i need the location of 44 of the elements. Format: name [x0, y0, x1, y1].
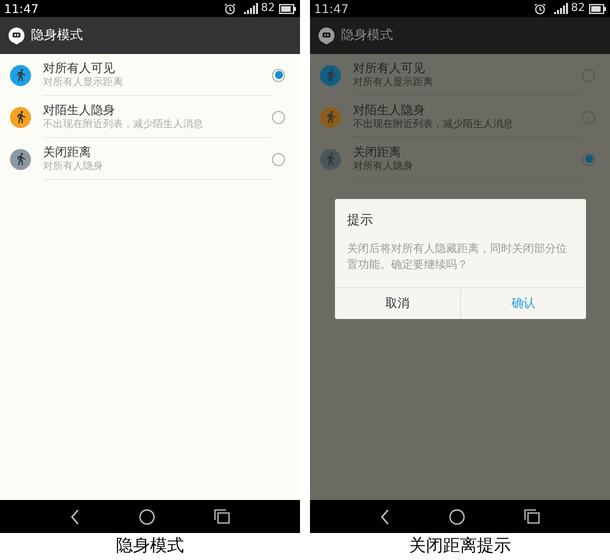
battery-icon — [279, 4, 296, 14]
battery-level: 82 — [261, 0, 275, 16]
status-time: 11:47 — [4, 0, 39, 18]
signal-icon — [554, 3, 568, 14]
home-icon[interactable] — [448, 508, 465, 524]
option-title: 关闭距离 — [353, 144, 402, 160]
option-subtitle: 对所有人显示距离 — [43, 76, 124, 90]
dialog-message: 关闭后将对所有人隐藏距离，同时关闭部分位置功能。确定要继续吗？ — [346, 240, 568, 272]
cancel-button[interactable]: 取消 — [335, 288, 460, 318]
option-row[interactable]: 对陌生人隐身 不出现在附近列表，减少陌生人消息 — [0, 96, 300, 138]
option-title: 对陌生人隐身 — [43, 102, 116, 118]
option-subtitle: 对所有人隐身 — [353, 160, 414, 174]
app-icon — [8, 26, 25, 44]
recent-apps-icon[interactable] — [214, 509, 230, 524]
radio-button[interactable] — [582, 152, 595, 166]
option-title: 对所有人可见 — [353, 60, 426, 76]
radio-button[interactable] — [272, 110, 285, 124]
signal-icon — [244, 3, 258, 14]
option-row[interactable]: 关闭距离 对所有人隐身 — [0, 138, 300, 180]
option-subtitle: 对所有人隐身 — [43, 160, 104, 174]
alarm-clock-icon — [224, 2, 236, 14]
option-title: 对所有人可见 — [43, 60, 116, 76]
back-icon[interactable] — [70, 508, 80, 524]
battery-level: 82 — [571, 0, 585, 16]
option-subtitle: 对所有人显示距离 — [353, 76, 434, 90]
home-icon[interactable] — [138, 508, 155, 524]
recent-apps-icon[interactable] — [524, 509, 540, 524]
dialog-title: 提示 — [346, 212, 374, 230]
option-row[interactable]: 对所有人可见 对所有人显示距离 — [0, 54, 300, 96]
app-icon — [318, 26, 335, 44]
alarm-clock-icon — [534, 2, 546, 14]
option-subtitle: 不出现在附近列表，减少陌生人消息 — [353, 118, 514, 132]
screen-title: 隐身模式 — [341, 26, 393, 45]
back-icon[interactable] — [380, 508, 390, 524]
screen-title: 隐身模式 — [31, 26, 83, 45]
caption: 关闭距离提示 — [408, 535, 512, 558]
battery-icon — [589, 4, 606, 14]
option-title: 关闭距离 — [43, 144, 92, 160]
option-subtitle: 不出现在附近列表，减少陌生人消息 — [43, 118, 204, 132]
radio-button[interactable] — [272, 152, 285, 166]
option-title: 对陌生人隐身 — [353, 102, 426, 118]
status-time: 11:47 — [314, 0, 349, 18]
radio-button[interactable] — [272, 68, 285, 82]
caption: 隐身模式 — [115, 535, 185, 558]
